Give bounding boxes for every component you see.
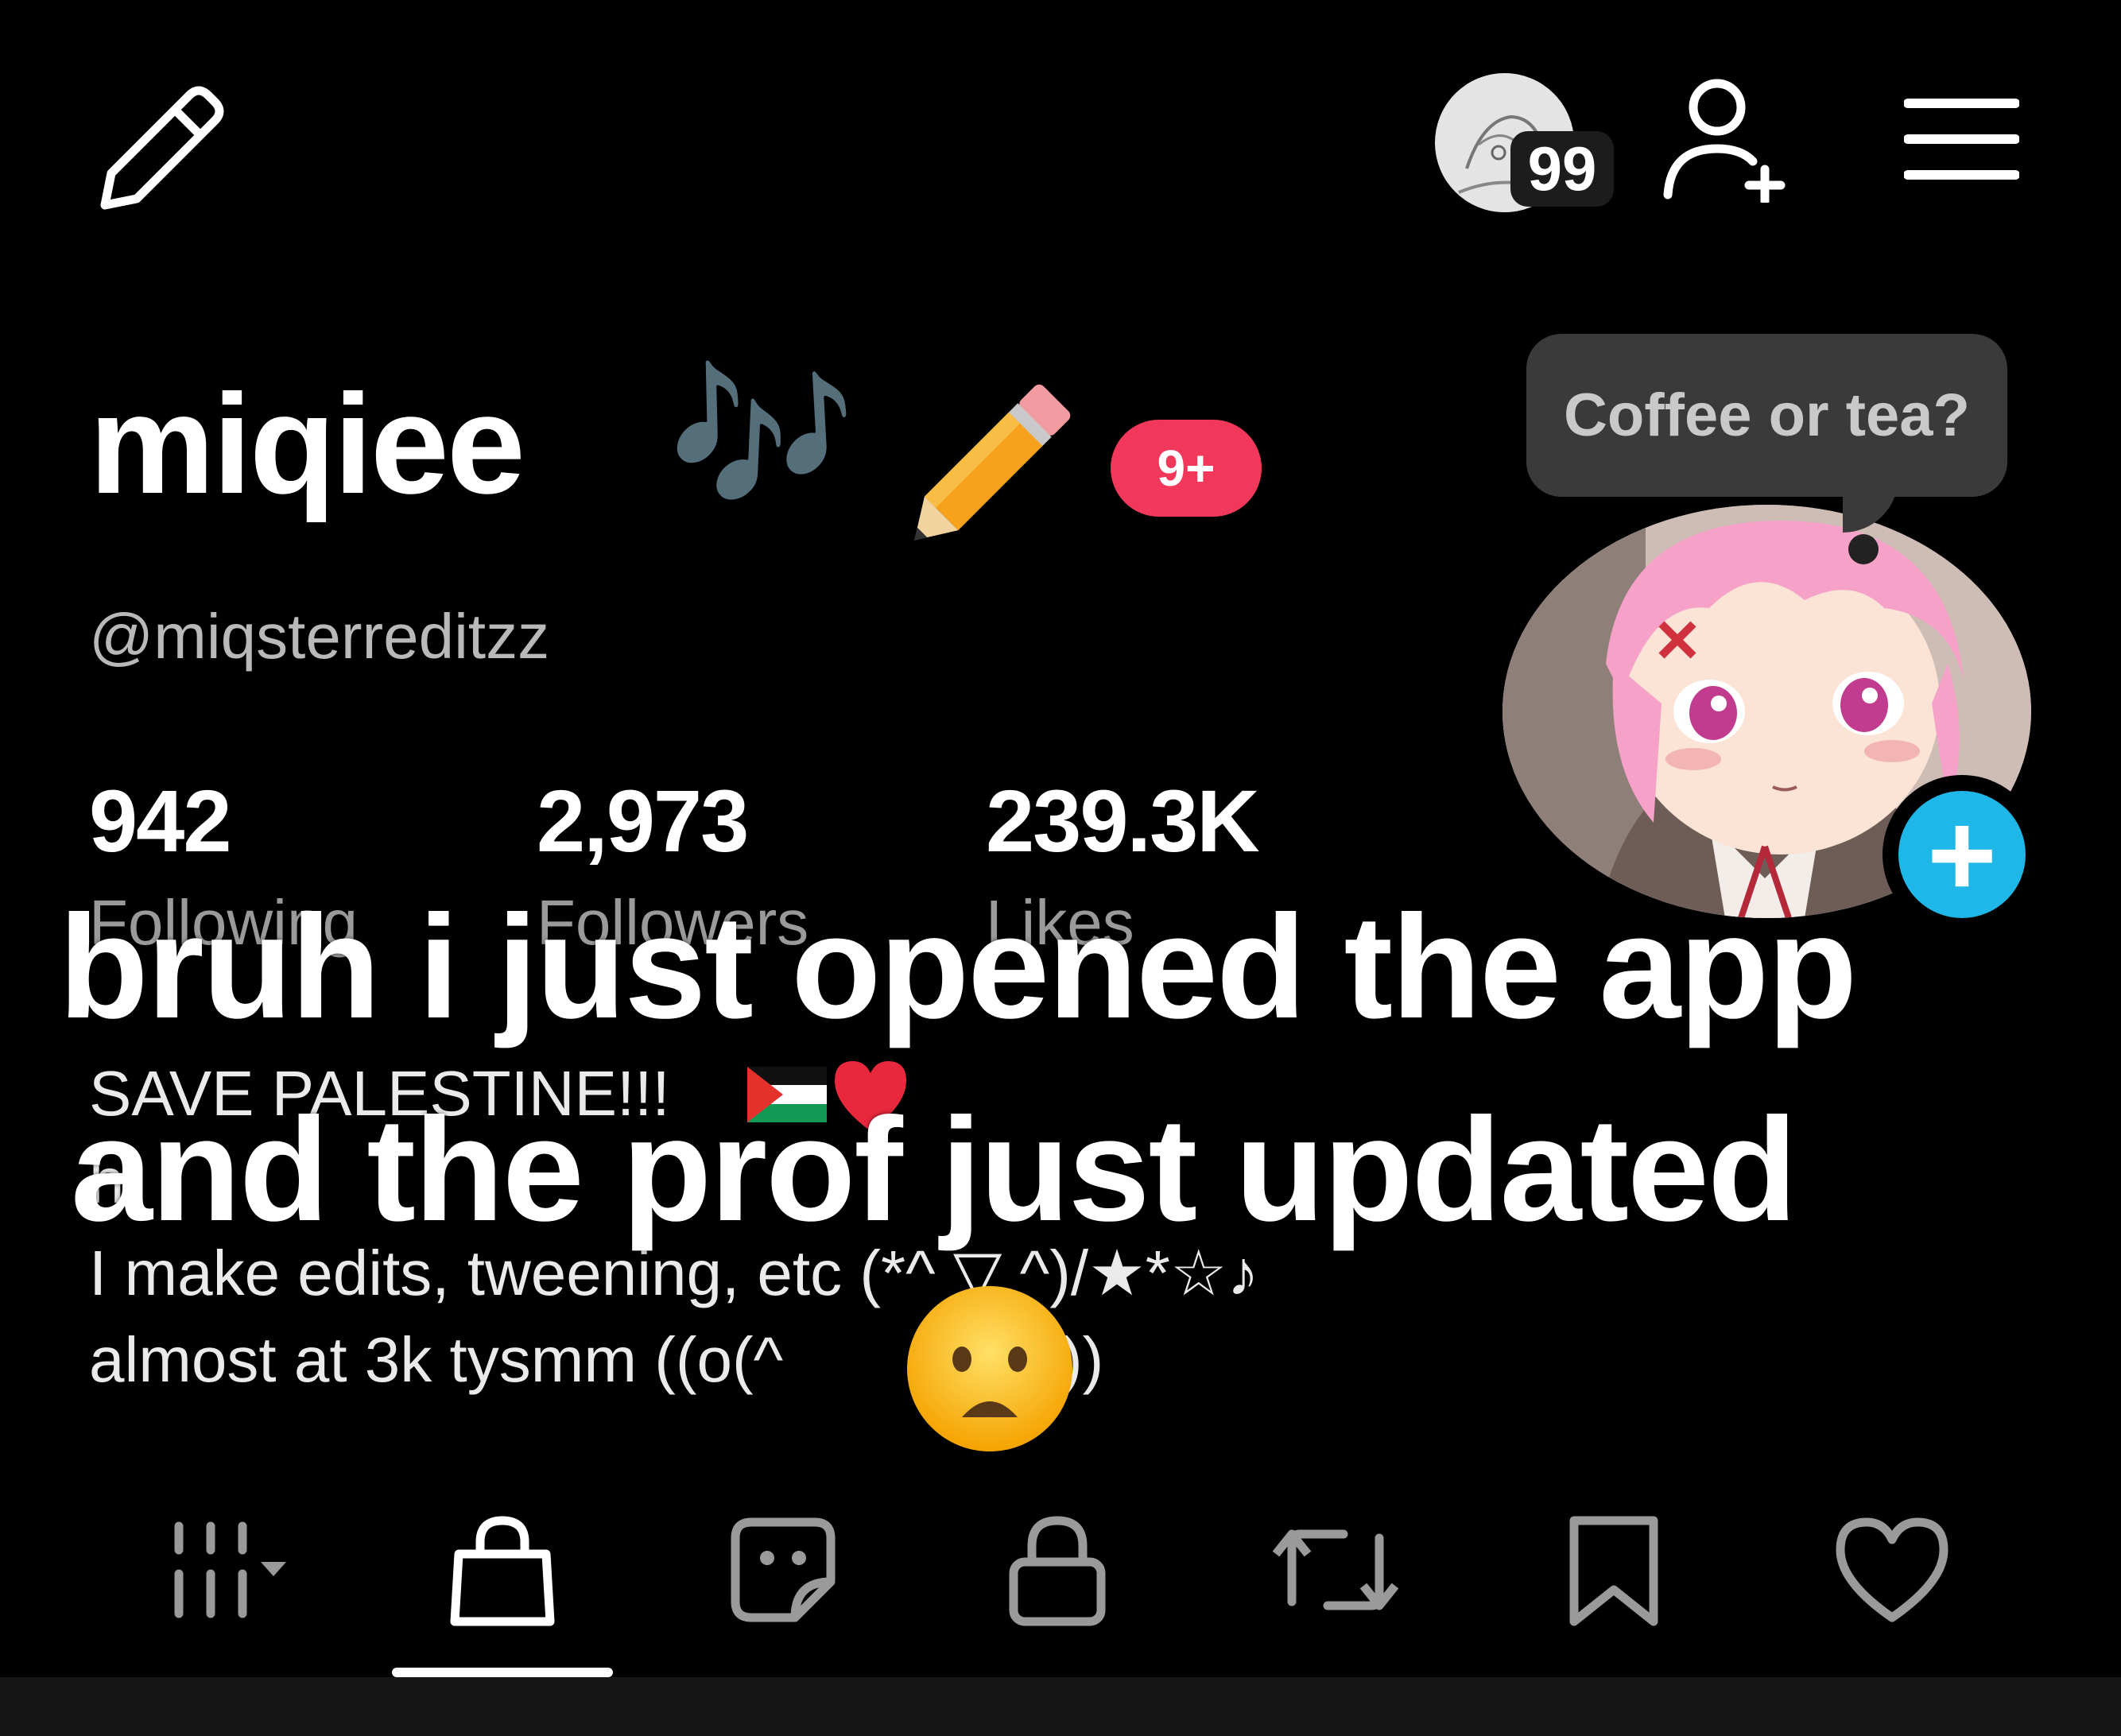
heart-icon <box>1836 1517 1948 1622</box>
bio-line-4: almost at 3k tysmm ((o(^ <box>89 1324 784 1395</box>
tab-stickers[interactable] <box>719 1506 847 1633</box>
tab-shop[interactable] <box>439 1506 566 1633</box>
bottom-strip <box>0 1677 2121 1736</box>
shopping-bag-icon <box>450 1516 555 1626</box>
caption-line-1: bruh i just opened the app <box>58 885 1858 1049</box>
grid-icon <box>174 1521 286 1618</box>
followers-count[interactable]: 2,973 <box>537 771 749 872</box>
pencil-emoji <box>878 362 1093 576</box>
following-count[interactable]: 942 <box>89 771 232 872</box>
sticker-icon <box>731 1517 836 1622</box>
tab-videos-grid[interactable] <box>167 1506 294 1633</box>
notification-badge[interactable]: 9+ <box>1111 420 1262 517</box>
repost-icon <box>1272 1529 1399 1610</box>
music-notes-emoji: 🎶 <box>668 349 856 525</box>
bookmark-icon <box>1569 1516 1658 1626</box>
status-tooltip[interactable]: Coffee or tea? <box>1526 334 2007 497</box>
person-add-icon <box>1663 79 1786 206</box>
tab-reposts[interactable] <box>1272 1506 1399 1633</box>
pencil-icon <box>100 86 224 210</box>
edit-profile-button[interactable] <box>95 79 231 215</box>
frowning-face-emoji <box>905 1284 1076 1455</box>
tab-favorites[interactable] <box>1550 1506 1677 1633</box>
display-name: miqiee <box>89 365 525 523</box>
hamburger-menu-icon <box>1903 99 2020 180</box>
caption-line-2: and the prof just updated <box>71 1088 1797 1252</box>
tooltip-dot <box>1848 534 1879 564</box>
active-tab-indicator <box>392 1668 613 1677</box>
tab-private[interactable] <box>994 1506 1121 1633</box>
visitor-count-badge: 99 <box>1510 131 1614 207</box>
menu-button[interactable] <box>1903 94 2020 185</box>
lock-icon <box>1009 1516 1106 1626</box>
username-handle: @miqsterreditzz <box>89 601 550 672</box>
likes-count[interactable]: 239.3K <box>986 771 1260 872</box>
tab-liked[interactable] <box>1828 1506 1956 1633</box>
add-friend-button[interactable] <box>1662 76 1801 206</box>
